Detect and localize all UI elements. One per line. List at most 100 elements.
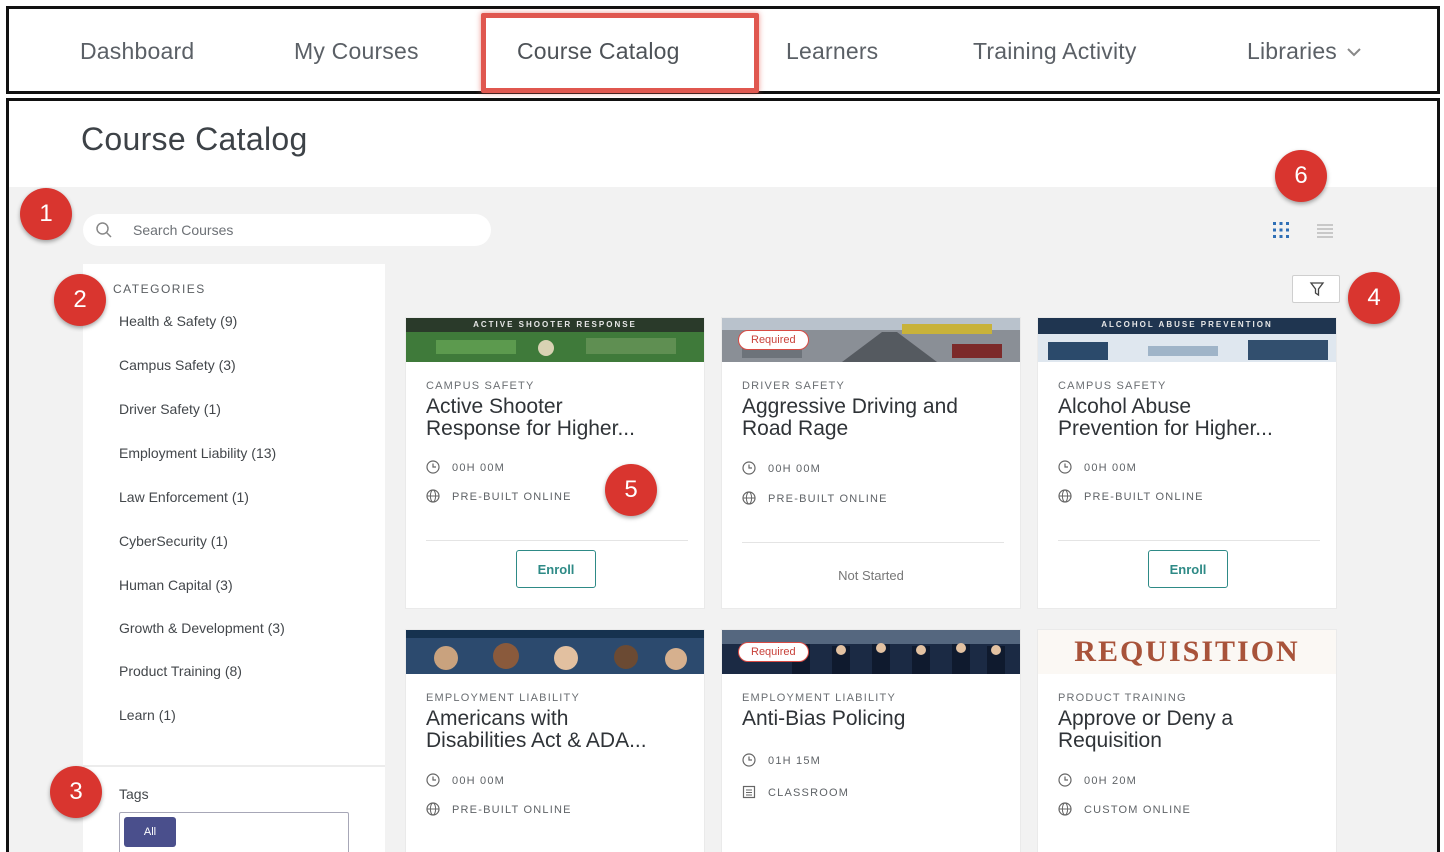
- chevron-down-icon: [1347, 33, 1361, 73]
- duration-text: 00H 00M: [768, 463, 822, 475]
- clock-icon: [1058, 773, 1072, 787]
- list-view-icon: [1317, 224, 1333, 238]
- format-text: PRE-BUILT ONLINE: [768, 493, 888, 505]
- tags-label: Tags: [119, 786, 149, 802]
- nav-libraries[interactable]: Libraries: [1247, 31, 1361, 71]
- filter-icon: [1309, 282, 1325, 297]
- course-duration: 00H 00M: [1058, 460, 1137, 474]
- course-title-line: Aggressive Driving and: [742, 395, 958, 418]
- globe-icon: [1058, 489, 1072, 503]
- course-title-line: Active Shooter: [426, 395, 563, 418]
- course-format: PRE-BUILT ONLINE: [742, 491, 888, 505]
- course-status: Not Started: [838, 568, 904, 583]
- course-title-line: Response for Higher...: [426, 417, 635, 440]
- category-cybersecurity[interactable]: CyberSecurity (1): [119, 533, 228, 549]
- category-campus-safety[interactable]: Campus Safety (3): [119, 357, 236, 373]
- classroom-icon: [742, 785, 756, 799]
- search-bar[interactable]: [83, 214, 491, 246]
- course-format: PRE-BUILT ONLINE: [1058, 489, 1204, 503]
- format-text: CUSTOM ONLINE: [1084, 804, 1192, 816]
- nav-course-catalog[interactable]: Course Catalog: [517, 31, 680, 71]
- course-card[interactable]: ALCOHOL ABUSE PREVENTION CAMPUS SAFETY A…: [1037, 317, 1337, 609]
- top-navigation: Dashboard My Courses Course Catalog Lear…: [6, 6, 1440, 94]
- duration-text: 00H 00M: [452, 462, 506, 474]
- course-card[interactable]: Required EMPLOYMENT LIABILITY Anti-Bias …: [721, 629, 1021, 852]
- course-card[interactable]: ACTIVE SHOOTER RESPONSE CAMPUS SAFETY Ac…: [405, 317, 705, 609]
- course-title-line: Road Rage: [742, 417, 849, 440]
- thumbnail-banner-text: ALCOHOL ABUSE PREVENTION: [1101, 320, 1273, 329]
- globe-icon: [742, 491, 756, 505]
- course-category: CAMPUS SAFETY: [426, 380, 535, 392]
- course-duration: 00H 00M: [426, 460, 505, 474]
- callout-marker-5: 5: [605, 464, 657, 516]
- callout-marker-6: 6: [1275, 150, 1327, 202]
- enroll-button[interactable]: Enroll: [1148, 550, 1228, 588]
- nav-my-courses[interactable]: My Courses: [294, 31, 419, 71]
- duration-text: 00H 00M: [1084, 462, 1138, 474]
- course-title[interactable]: Americans with Disabilities Act & ADA...: [426, 708, 696, 752]
- filter-button[interactable]: [1292, 275, 1340, 303]
- list-view-button[interactable]: [1313, 218, 1337, 242]
- card-divider: [426, 540, 688, 541]
- category-learn[interactable]: Learn (1): [119, 707, 176, 723]
- format-text: PRE-BUILT ONLINE: [452, 804, 572, 816]
- clock-icon: [426, 773, 440, 787]
- format-text: PRE-BUILT ONLINE: [1084, 491, 1204, 503]
- category-growth-development[interactable]: Growth & Development (3): [119, 620, 285, 636]
- enroll-button[interactable]: Enroll: [516, 550, 596, 588]
- grid-view-button[interactable]: [1269, 218, 1293, 242]
- course-format: CLASSROOM: [742, 785, 849, 799]
- course-title-line: Americans with: [426, 707, 569, 730]
- nav-libraries-label: Libraries: [1247, 38, 1338, 64]
- course-format: PRE-BUILT ONLINE: [426, 489, 572, 503]
- course-title-line: Anti-Bias Policing: [742, 707, 906, 730]
- category-driver-safety[interactable]: Driver Safety (1): [119, 401, 221, 417]
- course-title[interactable]: Alcohol Abuse Prevention for Higher...: [1058, 396, 1328, 440]
- nav-training-activity[interactable]: Training Activity: [973, 31, 1137, 71]
- category-human-capital[interactable]: Human Capital (3): [119, 577, 233, 593]
- tags-field[interactable]: All: [119, 812, 349, 852]
- tag-all-chip[interactable]: All: [124, 817, 176, 847]
- grid-view-icon: [1273, 222, 1289, 238]
- course-title-line: Requisition: [1058, 729, 1162, 752]
- course-duration: 00H 00M: [742, 461, 821, 475]
- page-title: Course Catalog: [81, 121, 308, 157]
- course-thumbnail: [406, 630, 704, 674]
- category-law-enforcement[interactable]: Law Enforcement (1): [119, 489, 249, 505]
- course-card[interactable]: EMPLOYMENT LIABILITY Americans with Disab…: [405, 629, 705, 852]
- nav-dashboard[interactable]: Dashboard: [80, 31, 194, 71]
- category-product-training[interactable]: Product Training (8): [119, 663, 242, 679]
- callout-marker-4: 4: [1348, 272, 1400, 324]
- course-title[interactable]: Approve or Deny a Requisition: [1058, 708, 1328, 752]
- course-title-line: Alcohol Abuse: [1058, 395, 1192, 418]
- course-card[interactable]: REQUISITION PRODUCT TRAINING Approve or …: [1037, 629, 1337, 852]
- categories-heading: CATEGORIES: [113, 282, 206, 296]
- course-category: PRODUCT TRAINING: [1058, 692, 1187, 704]
- search-input[interactable]: [133, 214, 473, 246]
- course-title[interactable]: Active Shooter Response for Higher...: [426, 396, 696, 440]
- card-divider: [1058, 540, 1320, 541]
- category-health-safety[interactable]: Health & Safety (9): [119, 313, 237, 329]
- course-category: EMPLOYMENT LIABILITY: [742, 692, 897, 704]
- course-duration: 00H 00M: [426, 773, 505, 787]
- clock-icon: [742, 461, 756, 475]
- category-sidebar: CATEGORIES Health & Safety (9) Campus Sa…: [83, 264, 385, 852]
- nav-learners[interactable]: Learners: [786, 31, 878, 71]
- duration-text: 00H 20M: [1084, 775, 1138, 787]
- course-title-line: Approve or Deny a: [1058, 707, 1234, 730]
- clock-icon: [742, 753, 756, 767]
- card-divider: [742, 542, 1004, 543]
- course-duration: 01H 15M: [742, 753, 821, 767]
- globe-icon: [1058, 802, 1072, 816]
- callout-marker-1: 1: [20, 188, 72, 240]
- course-category: DRIVER SAFETY: [742, 380, 846, 392]
- course-format: CUSTOM ONLINE: [1058, 802, 1191, 816]
- course-thumbnail: REQUISITION: [1038, 630, 1336, 674]
- course-title[interactable]: Aggressive Driving and Road Rage: [742, 396, 1012, 440]
- category-employment-liability[interactable]: Employment Liability (13): [119, 445, 276, 461]
- course-title[interactable]: Anti-Bias Policing: [742, 708, 1012, 730]
- course-card[interactable]: Required DRIVER SAFETY Aggressive Drivin…: [721, 317, 1021, 609]
- format-text: PRE-BUILT ONLINE: [452, 491, 572, 503]
- thumbnail-banner-text: REQUISITION: [1074, 635, 1300, 668]
- callout-marker-3: 3: [50, 766, 102, 818]
